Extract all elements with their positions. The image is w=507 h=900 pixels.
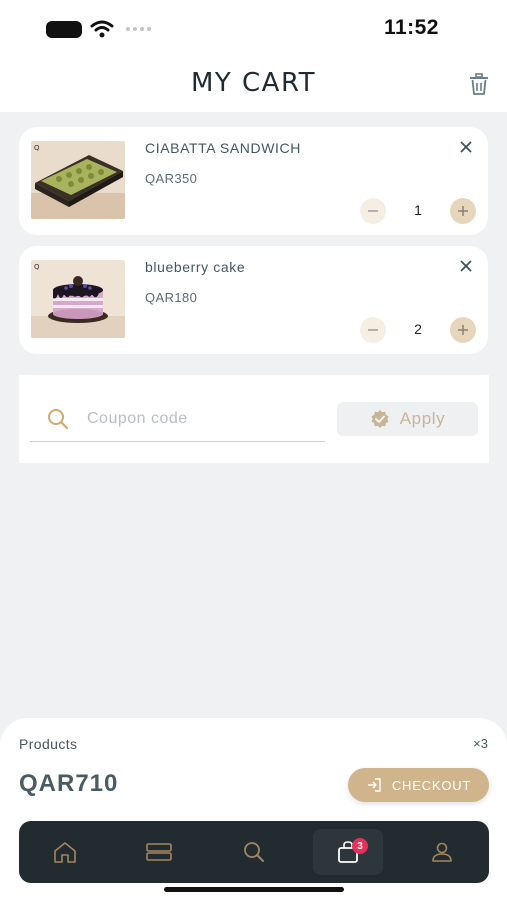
item-name: blueberry cake [145, 259, 246, 275]
status-icons [46, 20, 151, 38]
increase-button[interactable] [450, 198, 476, 224]
search-icon [48, 409, 69, 430]
item-name: CIABATTA SANDWICH [145, 140, 301, 156]
categories-icon [146, 843, 172, 861]
quantity-value: 2 [414, 321, 422, 337]
status-bar: 11:52 [0, 0, 507, 56]
apply-label: Apply [399, 409, 446, 428]
search-icon [244, 842, 264, 862]
quantity-stepper: 2 [360, 317, 476, 343]
minus-icon [368, 329, 378, 331]
checkout-button[interactable]: CHECKOUT [348, 768, 489, 802]
quantity-stepper: 1 [360, 198, 476, 224]
home-icon [54, 842, 76, 863]
minus-icon [368, 210, 378, 212]
tab-search[interactable] [219, 829, 289, 875]
close-icon[interactable] [458, 139, 474, 155]
close-icon[interactable] [458, 258, 474, 274]
status-time: 11:52 [383, 16, 439, 39]
verified-badge-icon [371, 410, 389, 428]
cake-image: Q [31, 260, 125, 338]
increase-button[interactable] [450, 317, 476, 343]
cart-item: Q CIABATTA SANDWICH QAR350 1 [19, 127, 488, 235]
tab-bar: 3 [19, 821, 489, 883]
signal-icon [126, 27, 151, 31]
products-label: Products [19, 736, 78, 752]
battery-icon [46, 20, 82, 38]
coupon-input[interactable] [87, 405, 317, 433]
sandwich-box-image: Q [31, 141, 125, 219]
tab-cart[interactable]: 3 [313, 829, 383, 875]
plus-icon [458, 325, 468, 335]
checkout-icon [367, 778, 381, 792]
apply-button[interactable]: Apply [337, 402, 478, 436]
tab-home[interactable] [30, 829, 100, 875]
home-indicator [164, 887, 344, 892]
cart-badge: 3 [352, 838, 368, 854]
trash-icon[interactable] [469, 73, 489, 95]
svg-text:Q: Q [34, 144, 40, 152]
page-title: MY CART [190, 68, 317, 98]
decrease-button[interactable] [360, 198, 386, 224]
products-count: ×3 [473, 736, 488, 751]
total-price: QAR710 [19, 770, 119, 797]
tab-categories[interactable] [124, 829, 194, 875]
cart-item: Q blueberry cake QAR180 2 [19, 246, 488, 354]
profile-icon [432, 842, 452, 862]
plus-icon [458, 206, 468, 216]
checkout-label: CHECKOUT [391, 777, 472, 793]
quantity-value: 1 [414, 202, 422, 218]
tab-profile[interactable] [407, 829, 477, 875]
wifi-icon [90, 20, 114, 38]
coupon-panel: Apply [19, 375, 489, 463]
decrease-button[interactable] [360, 317, 386, 343]
item-price: QAR350 [145, 171, 198, 186]
svg-text:Q: Q [34, 263, 40, 271]
top-area: 11:52 MY CART [0, 0, 507, 112]
coupon-field [30, 397, 325, 442]
item-price: QAR180 [145, 290, 198, 305]
